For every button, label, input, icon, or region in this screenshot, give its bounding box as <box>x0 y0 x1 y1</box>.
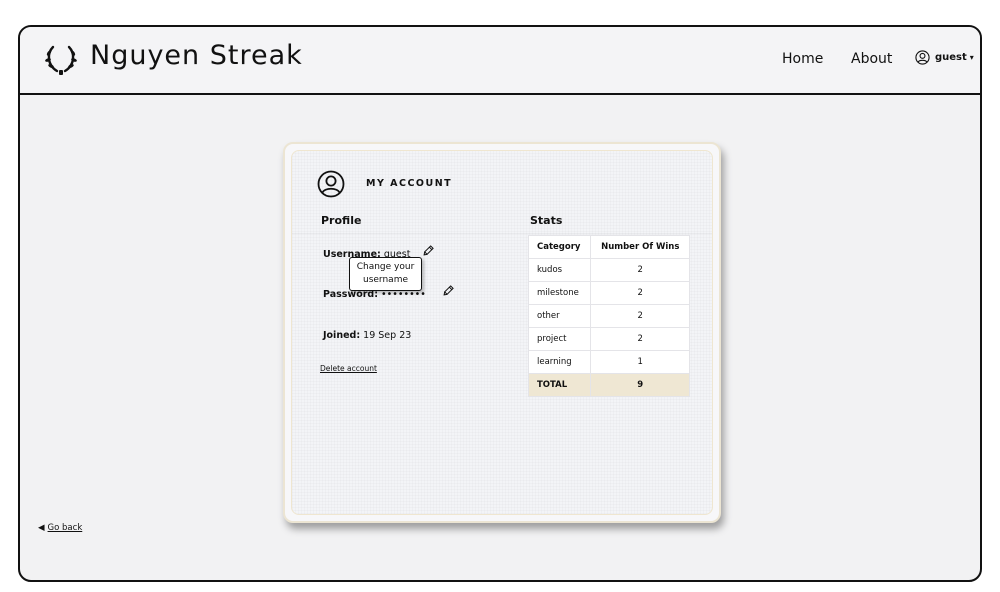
triangle-left-icon: ◀ <box>38 523 45 533</box>
total-row: TOTAL 9 <box>527 373 690 397</box>
column-header-wins: Number Of Wins <box>590 235 690 259</box>
app-frame: Nguyen Streak Home About guest ▾ MY ACCO… <box>18 25 982 582</box>
wins-cell: 2 <box>590 281 690 305</box>
table-row: kudos 2 <box>527 258 690 282</box>
user-menu[interactable]: guest ▾ <box>915 50 974 65</box>
category-cell: learning <box>527 350 592 374</box>
section-divider <box>292 233 712 234</box>
go-back-label: Go back <box>47 523 83 533</box>
joined-value: 19 Sep 23 <box>363 330 412 341</box>
go-back-link[interactable]: ◀ Go back <box>38 523 82 533</box>
header: Nguyen Streak Home About guest ▾ <box>20 27 980 95</box>
user-circle-icon <box>317 170 345 198</box>
wins-cell: 2 <box>590 327 690 351</box>
account-title: MY ACCOUNT <box>366 178 453 189</box>
nav-home-link[interactable]: Home <box>782 51 823 67</box>
wins-cell: 1 <box>590 350 690 374</box>
table-row: other 2 <box>527 304 690 328</box>
pencil-icon[interactable] <box>422 245 434 257</box>
account-card: MY ACCOUNT Profile Stats Username: guest… <box>283 142 721 523</box>
column-header-category: Category <box>527 235 592 259</box>
profile-heading: Profile <box>321 214 362 227</box>
category-cell: kudos <box>527 258 592 282</box>
category-cell: milestone <box>527 281 592 305</box>
category-cell: other <box>527 304 592 328</box>
nav-about-link[interactable]: About <box>851 51 892 67</box>
joined-label: Joined: <box>323 330 361 341</box>
tooltip-line-2: username <box>363 275 408 285</box>
table-header-row: Category Number Of Wins <box>527 235 690 259</box>
account-card-inner: MY ACCOUNT Profile Stats Username: guest… <box>291 150 713 515</box>
change-username-tooltip: Change your username <box>349 257 422 291</box>
user-circle-icon <box>915 50 930 65</box>
stats-table: Category Number Of Wins kudos 2 mileston… <box>527 235 690 397</box>
total-label-cell: TOTAL <box>527 373 592 397</box>
stats-heading: Stats <box>530 214 563 227</box>
table-row: learning 1 <box>527 350 690 374</box>
table-row: project 2 <box>527 327 690 351</box>
pencil-icon[interactable] <box>442 285 454 297</box>
delete-account-link[interactable]: Delete account <box>320 364 377 373</box>
brand-title[interactable]: Nguyen Streak <box>90 40 303 71</box>
wins-cell: 2 <box>590 304 690 328</box>
chevron-down-icon: ▾ <box>969 53 974 62</box>
wins-cell: 2 <box>590 258 690 282</box>
laurel-wreath-icon[interactable] <box>44 41 78 77</box>
total-wins-cell: 9 <box>590 373 690 397</box>
joined-field: Joined: 19 Sep 23 <box>323 330 411 341</box>
table-row: milestone 2 <box>527 281 690 305</box>
user-name: guest <box>935 52 967 63</box>
tooltip-line-1: Change your <box>356 262 415 272</box>
category-cell: project <box>527 327 592 351</box>
